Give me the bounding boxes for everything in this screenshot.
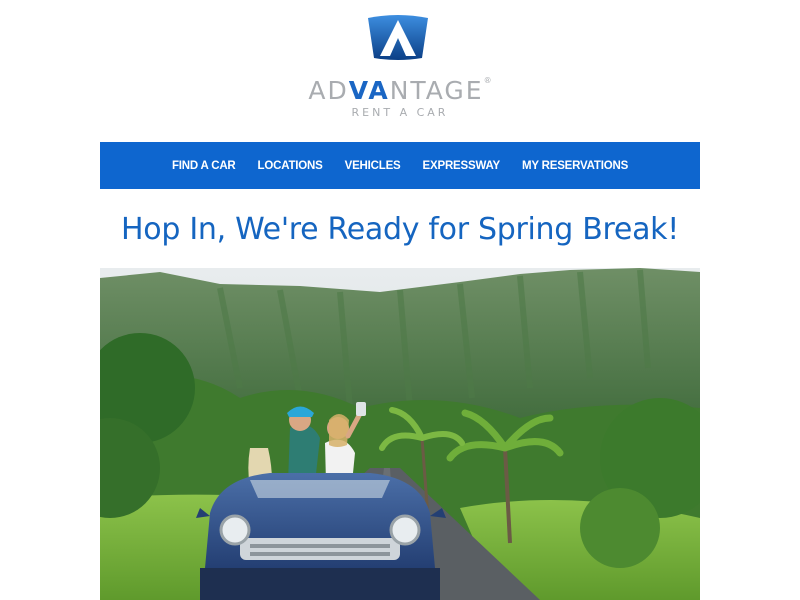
advantage-shield-icon	[368, 15, 428, 60]
nav-my-reservations[interactable]: MY RESERVATIONS	[522, 160, 628, 172]
brand-subtitle: RENT A CAR	[351, 106, 449, 119]
header-logo[interactable]: ADVANTAGE® RENT A CAR	[0, 0, 800, 130]
hero-photo	[100, 268, 700, 600]
trademark: ®	[483, 76, 492, 85]
brand-name-suffix: NTAGE	[389, 76, 484, 105]
hero-image[interactable]	[100, 268, 700, 600]
nav-find-a-car[interactable]: FIND A CAR	[172, 160, 236, 172]
nav-vehicles[interactable]: VEHICLES	[345, 160, 401, 172]
brand-name-prefix: AD	[308, 76, 349, 105]
nav-locations[interactable]: LOCATIONS	[258, 160, 323, 172]
brand-wordmark: ADVANTAGE®	[0, 76, 800, 105]
main-nav: FIND A CAR LOCATIONS VEHICLES EXPRESSWAY…	[100, 142, 700, 189]
brand-name-accent: VA	[348, 76, 390, 105]
page-headline: Hop In, We're Ready for Spring Break!	[121, 212, 679, 247]
nav-expressway[interactable]: EXPRESSWAY	[423, 160, 501, 172]
